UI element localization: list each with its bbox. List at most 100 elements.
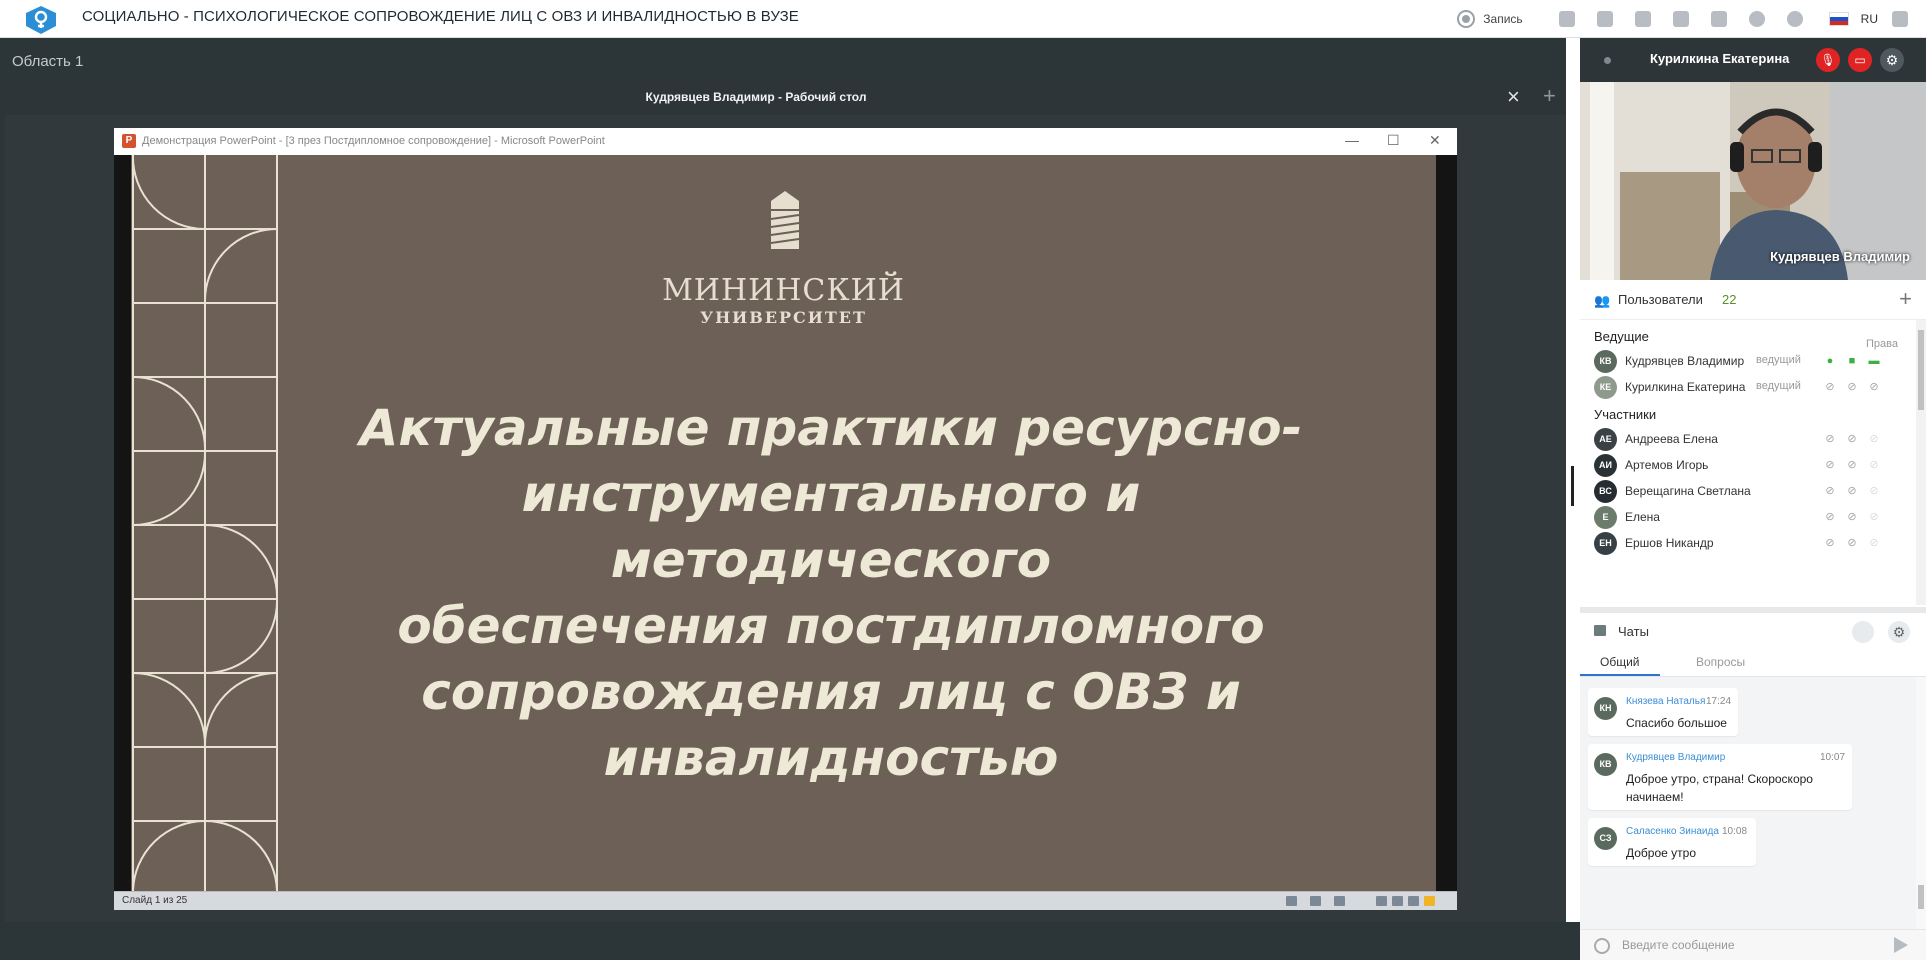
- user-name: Курилкина Екатерина: [1625, 380, 1746, 394]
- slide-title-line: инвалидностью: [603, 729, 1059, 787]
- mic-off-icon[interactable]: ⊘: [1822, 509, 1838, 525]
- powerpoint-titlebar: P Демонстрация PowerPoint - [3 през Пост…: [114, 128, 1457, 155]
- users-title: Пользователи: [1618, 292, 1703, 307]
- camera-off-icon[interactable]: ⊘: [1844, 379, 1860, 395]
- camera-off-icon[interactable]: ⊘: [1844, 457, 1860, 473]
- users-settings-button[interactable]: [1703, 0, 1735, 38]
- settings-button[interactable]: [1779, 0, 1811, 38]
- user-row[interactable]: ВС Верещагина Светлана ⊘ ⊘ ⊘: [1594, 478, 1904, 504]
- screen-share-title: Кудрявцев Владимир - Рабочий стол: [645, 90, 867, 104]
- screen-off-icon[interactable]: ⊘: [1866, 509, 1882, 525]
- screen-off-icon[interactable]: ⊘: [1866, 483, 1882, 499]
- info-button[interactable]: [1741, 0, 1773, 38]
- close-icon[interactable]: ✕: [1429, 132, 1441, 149]
- avatar: СЗ: [1594, 827, 1617, 850]
- files-button[interactable]: [1665, 0, 1697, 38]
- tab-questions[interactable]: Вопросы: [1696, 655, 1745, 669]
- users-scrollbar[interactable]: [1916, 320, 1926, 605]
- slide-area: МИНИНСКИЙ УНИВЕРСИТЕТ Актуальные практик…: [114, 155, 1457, 891]
- emoji-icon[interactable]: [1594, 938, 1610, 954]
- camera-off-icon[interactable]: ⊘: [1844, 509, 1860, 525]
- screen-share-button[interactable]: [1589, 0, 1621, 38]
- mic-off-icon[interactable]: ⊘: [1822, 483, 1838, 499]
- next-slide-icon[interactable]: [1334, 896, 1345, 906]
- chat-message: КВ Кудрявцев Владимир 10:07 Доброе утро,…: [1588, 744, 1852, 810]
- reading-view-icon[interactable]: [1408, 896, 1419, 906]
- record-button[interactable]: Запись: [1457, 10, 1523, 28]
- chat-messages: КН Князева Наталья 17:24 Спасибо большое…: [1580, 677, 1926, 929]
- user-icon: [1710, 11, 1727, 27]
- panel-divider[interactable]: [1566, 38, 1580, 922]
- user-role: ведущий: [1756, 354, 1801, 366]
- screen-off-icon[interactable]: ⊘: [1866, 431, 1882, 447]
- user-name: Артемов Игорь: [1625, 458, 1709, 472]
- layout-button[interactable]: [1551, 0, 1583, 38]
- camera-off-icon[interactable]: ⊘: [1844, 483, 1860, 499]
- monitor-icon: [1596, 11, 1613, 27]
- add-icon[interactable]: +: [1543, 85, 1556, 107]
- user-row[interactable]: КЕ Курилкина Екатерина ведущий ⊘ ⊘ ⊘: [1594, 374, 1904, 400]
- new-chat-icon[interactable]: [1852, 621, 1874, 643]
- add-user-icon[interactable]: +: [1899, 286, 1912, 312]
- user-row[interactable]: Е Елена ⊘ ⊘ ⊘: [1594, 504, 1904, 530]
- mic-off-icon[interactable]: ⊘: [1822, 379, 1838, 395]
- avatar: КВ: [1594, 753, 1617, 776]
- scrollbar-thumb[interactable]: [1918, 885, 1924, 909]
- user-row[interactable]: ЕН Ершов Никандр ⊘ ⊘ ⊘: [1594, 530, 1904, 556]
- camera-off-icon[interactable]: ▭: [1848, 48, 1872, 72]
- conference-title: СОЦИАЛЬНО - ПСИХОЛОГИЧЕСКОЕ СОПРОВОЖДЕНИ…: [82, 8, 799, 25]
- message-author[interactable]: Кудрявцев Владимир: [1626, 752, 1725, 763]
- mic-on-icon[interactable]: ●: [1822, 353, 1838, 369]
- resize-handle[interactable]: [1571, 466, 1574, 506]
- slide-title: Актуальные практики ресурсно- инструмент…: [326, 395, 1336, 791]
- normal-view-icon[interactable]: [1376, 896, 1387, 906]
- maximize-icon[interactable]: ☐: [1387, 132, 1400, 149]
- camera-off-icon[interactable]: ⊘: [1844, 431, 1860, 447]
- slide-title-line: инструментального и методического: [521, 465, 1141, 589]
- screen-off-icon[interactable]: ⊘: [1866, 535, 1882, 551]
- sorter-view-icon[interactable]: [1392, 896, 1403, 906]
- notes-icon[interactable]: [1310, 896, 1321, 906]
- slideshow-view-icon[interactable]: [1424, 896, 1435, 906]
- gear-icon[interactable]: ⚙: [1880, 48, 1904, 72]
- user-row[interactable]: АИ Артемов Игорь ⊘ ⊘ ⊘: [1594, 452, 1904, 478]
- camera-off-icon[interactable]: ⊘: [1844, 535, 1860, 551]
- mic-off-icon[interactable]: ⊘: [1822, 535, 1838, 551]
- prev-slide-icon[interactable]: [1286, 896, 1297, 906]
- user-name: Кудрявцев Владимир: [1625, 354, 1745, 368]
- mic-off-icon[interactable]: ⊘: [1822, 457, 1838, 473]
- chat-message: СЗ Саласенко Зинаида 10:08 Доброе утро: [1588, 818, 1756, 866]
- camera-on-icon[interactable]: ■: [1844, 353, 1860, 369]
- user-row[interactable]: АЕ Андреева Елена ⊘ ⊘ ⊘: [1594, 426, 1904, 452]
- exit-button[interactable]: [1884, 0, 1916, 38]
- user-name: Андреева Елена: [1625, 432, 1718, 446]
- minimize-icon[interactable]: —: [1345, 132, 1359, 148]
- speaker-video[interactable]: Кудрявцев Владимир: [1580, 82, 1926, 280]
- gear-icon[interactable]: ⚙: [1888, 621, 1910, 643]
- app-logo-icon[interactable]: [22, 2, 60, 36]
- screen-off-icon[interactable]: ⊘: [1866, 379, 1882, 395]
- gear-icon: [1786, 11, 1803, 27]
- record-icon: [1457, 10, 1476, 28]
- screen-share-icon[interactable]: ▬: [1866, 353, 1882, 369]
- send-icon[interactable]: [1894, 937, 1908, 953]
- info-icon: [1748, 11, 1765, 27]
- language-label[interactable]: RU: [1861, 12, 1878, 26]
- presentation-button[interactable]: [1627, 0, 1659, 38]
- close-icon[interactable]: ×: [1507, 86, 1520, 108]
- message-author[interactable]: Саласенко Зинаида: [1626, 826, 1719, 837]
- chat-scrollbar[interactable]: [1916, 677, 1926, 929]
- side-panel: Курилкина Екатерина 🎙 ▭ ⚙ Кудрявцев Влад…: [1580, 38, 1926, 960]
- scrollbar-thumb[interactable]: [1918, 330, 1924, 410]
- russia-flag-icon[interactable]: [1828, 12, 1849, 26]
- tab-general[interactable]: Общий: [1600, 655, 1640, 669]
- chats-header: Чаты ⚙: [1580, 607, 1926, 647]
- mic-off-icon[interactable]: ⊘: [1822, 431, 1838, 447]
- message-time: 17:24: [1706, 696, 1732, 707]
- screen-off-icon[interactable]: ⊘: [1866, 457, 1882, 473]
- message-text: Доброе утро, страна! Скороскоро: [1626, 772, 1813, 786]
- message-input[interactable]: Введите сообщение: [1622, 938, 1735, 952]
- user-row[interactable]: КВ Кудрявцев Владимир ведущий ● ■ ▬: [1594, 348, 1904, 374]
- message-author[interactable]: Князева Наталья: [1626, 696, 1705, 707]
- mic-off-icon[interactable]: 🎙: [1816, 48, 1840, 72]
